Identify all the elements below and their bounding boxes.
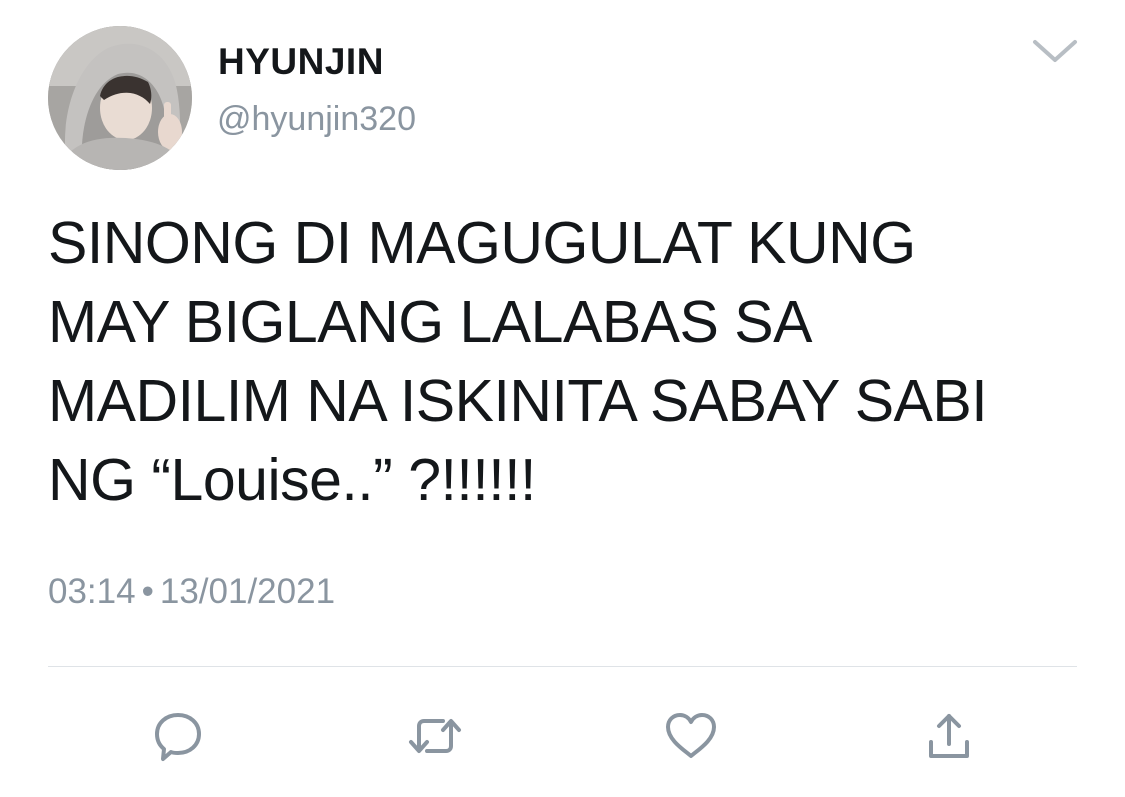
tweet-text: SINONG DI MAGUGULAT KUNG MAY BIGLANG LAL… — [48, 210, 988, 513]
separator-dot: • — [141, 572, 154, 611]
divider — [48, 666, 1077, 667]
author-display-name[interactable]: HYUNJIN — [218, 40, 384, 84]
tweet-time: 03:14 — [48, 572, 136, 611]
share-icon — [929, 714, 969, 758]
tweet-date: 13/01/2021 — [159, 572, 336, 611]
reply-icon — [155, 713, 201, 761]
author-handle[interactable]: @hyunjin320 — [217, 98, 416, 140]
share-button[interactable] — [921, 708, 977, 764]
reply-button[interactable] — [150, 708, 206, 764]
like-button[interactable] — [663, 708, 719, 764]
tweet-menu-button[interactable] — [1030, 34, 1080, 68]
profile-photo — [48, 26, 192, 170]
chevron-down-icon — [1033, 40, 1077, 62]
avatar[interactable] — [48, 26, 192, 170]
heart-icon — [666, 713, 716, 758]
tweet-timestamp[interactable]: 03:14 • 13/01/2021 — [48, 570, 335, 614]
retweet-icon — [409, 719, 461, 753]
retweet-button[interactable] — [407, 708, 463, 764]
